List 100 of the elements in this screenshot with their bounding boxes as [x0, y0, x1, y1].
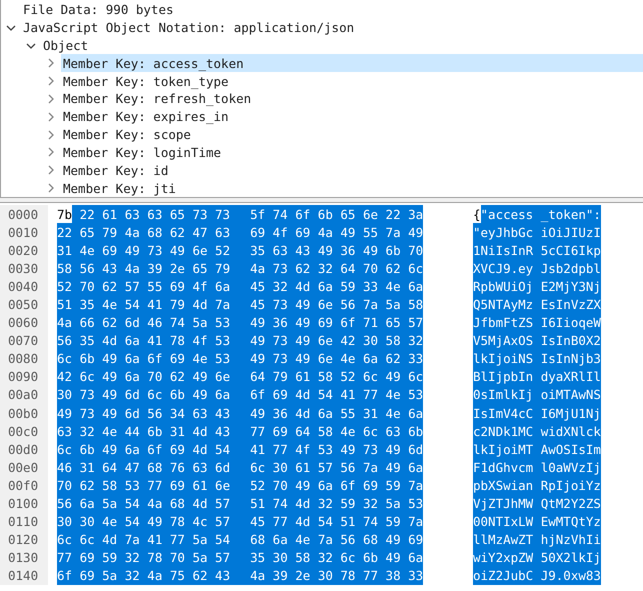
- ascii-text: 0sImlkIj: [473, 386, 534, 404]
- byte-offset: 0060: [0, 314, 48, 332]
- ascii-text: oiZ2JubC: [473, 566, 534, 585]
- byte-offset: 00b0: [0, 404, 48, 422]
- tree-item[interactable]: File Data: 990 bytes: [21, 1, 643, 19]
- tree-item[interactable]: Object: [41, 36, 643, 54]
- tree-item[interactable]: Member Key: expires_in: [61, 108, 643, 126]
- ascii-text: F1dGhvcm: [473, 458, 534, 476]
- hex-bytes: 77 69 59 32 78 70 5a 57: [57, 548, 230, 567]
- hex-bytes: 35 63 43 49 36 49 6b 70: [230, 241, 424, 260]
- ascii-text: IsImV4cC: [473, 404, 534, 422]
- hex-bytes: 22 65 79 4a 68 62 47 63: [57, 223, 230, 242]
- byte-offset: 0020: [0, 241, 48, 260]
- ascii-text: EwMTQtYz: [533, 512, 601, 531]
- hex-bytes: 49 36 49 69 6f 71 65 57: [230, 314, 424, 332]
- ascii-text: pbXSwian: [473, 476, 534, 494]
- hex-bytes: 6c 30 61 57 56 7a 49 6a: [230, 458, 424, 476]
- ascii-text: E2MjY3Nj: [533, 277, 601, 296]
- hex-bytes: 77 69 64 58 4e 6c 63 6b: [230, 422, 424, 440]
- hex-bytes: 52 70 49 6a 6f 69 59 7a: [230, 476, 424, 494]
- ascii-text: Q5NTAyMz: [473, 295, 534, 314]
- hex-bytes: 41 77 4f 53 49 73 49 6d: [230, 440, 424, 458]
- hex-bytes: 4a 39 2e 30 78 77 38 33: [230, 566, 424, 585]
- hex-bytes: 4a 66 62 6d 46 74 5a 53: [57, 314, 230, 332]
- tree-item[interactable]: Member Key: id: [61, 161, 643, 180]
- ascii-text: RpbWUiOj: [473, 277, 534, 296]
- ascii-text: llMzAwZT: [473, 530, 534, 549]
- tree-item[interactable]: JavaScript Object Notation: application/json: [21, 18, 643, 37]
- hex-bytes: 6f 69 4d 54 41 77 4e 53: [230, 386, 424, 404]
- hex-bytes: 68 6a 4e 7a 56 68 49 69: [230, 530, 424, 549]
- hex-bytes: 31 4e 69 49 73 49 6e 52: [57, 241, 230, 260]
- ascii-text: RpIjoiYz: [533, 476, 601, 494]
- hex-bytes: 56 6a 5a 54 4a 68 4d 57: [57, 494, 230, 513]
- byte-offset: 0030: [0, 259, 48, 278]
- tree-item[interactable]: Member Key: loginTime: [61, 144, 643, 162]
- tree-item[interactable]: Member Key: token_type: [61, 72, 643, 90]
- ascii-text: lkIjoiNS: [473, 350, 534, 368]
- hex-bytes: 42 6c 49 6a 70 62 49 6e: [57, 368, 230, 386]
- byte-offset: 0050: [0, 295, 48, 314]
- ascii-text: 50X2lkIj: [533, 548, 601, 567]
- ascii-text: _token":: [533, 205, 601, 224]
- byte-offset: 00d0: [0, 440, 48, 458]
- hex-bytes: 46 31 64 47 68 76 63 6d: [57, 458, 230, 476]
- ascii-text: V5MjAxOS: [473, 332, 534, 350]
- hex-bytes: 70 62 58 53 77 69 61 6e: [57, 476, 230, 494]
- hex-bytes: 45 73 49 6e 56 7a 5a 58: [230, 295, 424, 314]
- byte-offset: 0100: [0, 494, 48, 513]
- hex-bytes: 35 30 58 32 6c 6b 49 6a: [230, 548, 424, 567]
- ascii-text: 00NTIxLW: [473, 512, 534, 531]
- ascii-text: IsInNjb3: [533, 350, 601, 368]
- hex-bytes: 49 73 49 6d 56 34 63 43: [57, 404, 230, 422]
- byte-offset: 0110: [0, 512, 48, 531]
- byte-offset: 0040: [0, 277, 48, 296]
- tree-item[interactable]: Member Key: refresh_token: [61, 90, 643, 108]
- hex-bytes: 6c 6b 49 6a 6f 69 4e 53: [57, 350, 230, 368]
- ascii-text: IsInB0X2: [533, 332, 601, 350]
- byte-offset: 00e0: [0, 458, 48, 476]
- ascii-text: XVCJ9.ey: [473, 259, 534, 278]
- ascii-text: "access: [480, 205, 534, 224]
- ascii-text: BlIjpbIn: [473, 368, 534, 386]
- ascii-text: EsInVzZX: [533, 295, 601, 314]
- tree-item[interactable]: Member Key: access_token: [61, 54, 643, 72]
- ascii-text: "eyJhbGc: [473, 223, 534, 242]
- ascii-text: AwOSIsIm: [533, 440, 601, 458]
- tree-item[interactable]: Member Key: jti: [61, 179, 643, 197]
- ascii-text: 5cCI6Ikp: [533, 241, 601, 260]
- byte-offset: 00f0: [0, 476, 48, 494]
- tree-item[interactable]: Member Key: scope: [61, 126, 643, 144]
- hex-bytes: 6f 69 5a 32 4a 75 62 43: [57, 566, 230, 585]
- ascii-text: lkIjoiMT: [473, 440, 534, 458]
- hex-bytes: 64 79 61 58 52 6c 49 6c: [230, 368, 424, 386]
- ascii-text: I6IioqeW: [533, 314, 601, 332]
- byte-offset: 0000: [0, 205, 48, 224]
- hex-bytes: 45 77 4d 54 51 74 59 7a: [230, 512, 424, 531]
- hex-bytes: 6c 6c 4d 7a 41 77 5a 54: [57, 530, 230, 549]
- byte-offset: 00a0: [0, 386, 48, 404]
- byte-offset: 0080: [0, 350, 48, 368]
- hex-bytes: 63 32 4e 44 6b 31 4d 43: [57, 422, 230, 440]
- ascii-text: widXNlck: [533, 422, 601, 440]
- ascii-text: JfbmFtZS: [473, 314, 534, 332]
- hex-bytes: 30 73 49 6d 6c 6b 49 6a: [57, 386, 230, 404]
- hex-bytes: 30 30 4e 54 49 78 4c 57: [57, 512, 230, 531]
- hex-bytes: 51 74 4d 32 59 32 5a 53: [230, 494, 424, 513]
- hex-bytes: 22 61 63 63 65 73 73: [72, 205, 230, 224]
- byte-offset: 0010: [0, 223, 48, 242]
- ascii-text: wiY2xpZW: [473, 548, 534, 567]
- ascii-text: QtM2Y2ZS: [533, 494, 601, 513]
- ascii-text: l0aWVzIj: [533, 458, 601, 476]
- ascii-text: hjNzVhIi: [533, 530, 601, 549]
- byte-offset: 0090: [0, 368, 48, 386]
- ascii-text: iOiJIUzI: [533, 223, 601, 242]
- ascii-text: dyaXRlIl: [533, 368, 601, 386]
- ascii-text: VjZTJhMW: [473, 494, 534, 513]
- hex-bytes: 49 73 49 6e 4e 6a 62 33: [230, 350, 424, 368]
- hex-bytes: 4a 73 62 32 64 70 62 6c: [230, 259, 424, 278]
- hex-bytes: 58 56 43 4a 39 2e 65 79: [57, 259, 230, 278]
- ascii-text: I6MjU1Nj: [533, 404, 601, 422]
- hex-bytes: 49 36 4d 6a 55 31 4e 6a: [230, 404, 424, 422]
- ascii-text: c2NDk1MC: [473, 422, 534, 440]
- hex-bytes: 45 32 4d 6a 59 33 4e 6a: [230, 277, 424, 296]
